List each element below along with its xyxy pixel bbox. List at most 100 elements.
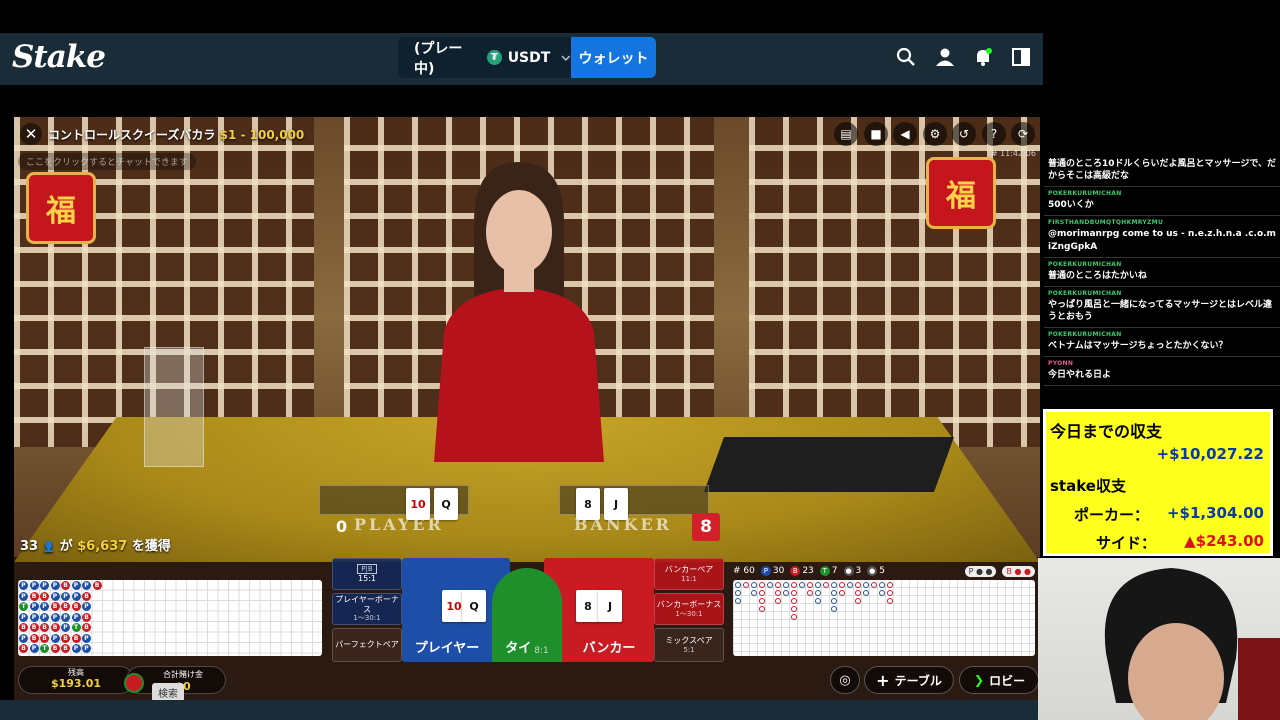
lobby-button[interactable]: ❯ ロビー bbox=[959, 666, 1039, 694]
player-area-label: PLAYER bbox=[354, 515, 444, 534]
poker-label: ポーカー： bbox=[1074, 506, 1150, 524]
bet-either-pair[interactable]: P|B 15:1 bbox=[332, 558, 402, 590]
bead-mark: B bbox=[82, 612, 91, 622]
video-icon[interactable]: ■ bbox=[864, 122, 888, 146]
usdt-icon: ₮ bbox=[487, 50, 502, 65]
chat-text: やっぱり風呂と一緒になってるマッサージとはレベル違うとおもう bbox=[1048, 299, 1273, 322]
chat-hint[interactable]: ここをクリックするとチャットできます bbox=[18, 153, 196, 170]
search-tooltip: 検索 bbox=[152, 683, 184, 700]
bead-mark: B bbox=[71, 633, 81, 643]
bead-mark: P bbox=[50, 633, 60, 643]
lantern-right: 福 bbox=[926, 157, 996, 229]
chat-username: POKERKURUMICHAN bbox=[1048, 260, 1122, 268]
streamer-figure bbox=[1104, 568, 1238, 720]
chat-username: POKERKURUMICHAN bbox=[1048, 190, 1122, 198]
bead-mark: P bbox=[19, 591, 28, 601]
big-road-mark bbox=[799, 582, 805, 588]
bead-mark: B bbox=[61, 633, 70, 643]
big-road-mark bbox=[791, 606, 797, 612]
bead-mark: P bbox=[50, 612, 60, 622]
bead-mark: P bbox=[82, 633, 91, 643]
big-road-mark bbox=[791, 614, 797, 620]
big-road-mark bbox=[807, 582, 813, 588]
bead-mark: P bbox=[71, 644, 81, 653]
help-icon[interactable]: ? bbox=[982, 122, 1006, 146]
earnings-total: +$10,027.22 bbox=[1156, 445, 1264, 463]
chat-username: PYONN bbox=[1048, 360, 1074, 368]
big-road-mark bbox=[887, 582, 893, 588]
stake-logo[interactable]: Stake bbox=[12, 39, 106, 75]
wallet-button[interactable]: ウォレット bbox=[571, 37, 656, 78]
live-game-frame: 福 福 ✕ コントロールスクイーズバカラ $1 - 100,000 ▤ ■ ◀ … bbox=[14, 117, 1040, 700]
bead-mark: T bbox=[71, 623, 81, 632]
big-road-mark bbox=[751, 590, 757, 596]
lattice-wall-right bbox=[749, 117, 1040, 447]
big-road-mark bbox=[791, 598, 797, 604]
sidebar-toggle-icon[interactable] bbox=[1010, 46, 1032, 68]
balance-mode: (プレー中) bbox=[414, 40, 463, 77]
road-predict-player[interactable]: P ● ● bbox=[964, 565, 997, 577]
chat-text: 普通のところはたかいね bbox=[1048, 270, 1147, 281]
bead-mark: P bbox=[82, 644, 91, 653]
big-road-mark bbox=[823, 582, 829, 588]
bead-mark: P bbox=[82, 602, 91, 611]
bead-mark: P bbox=[50, 591, 60, 601]
bead-mark: P bbox=[40, 612, 49, 622]
volume-icon[interactable]: ◀ bbox=[893, 122, 917, 146]
bead-mark: P bbox=[40, 581, 49, 590]
chip-stack-icon[interactable]: ◎ bbox=[830, 666, 860, 694]
close-game-button[interactable]: ✕ bbox=[20, 123, 42, 145]
bead-mark: B bbox=[19, 623, 28, 632]
bead-mark: B bbox=[61, 644, 70, 653]
big-road-mark bbox=[759, 590, 765, 596]
bet-mix-pair[interactable]: ミックスペア 5:1 bbox=[654, 628, 724, 662]
bet-banker-bonus[interactable]: バンカーボーナス 1〜30:1 bbox=[654, 593, 724, 625]
bet-grid: P|B 15:1 プレイヤーボーナス 1〜30:1 パーフェクトペア 10 Q … bbox=[332, 558, 724, 662]
bead-mark: B bbox=[50, 644, 60, 653]
bead-mark: B bbox=[92, 581, 102, 590]
chat-message: POKERKURUMICHAN ベトナムはマッサージちょっとたかくない？ bbox=[1044, 328, 1280, 358]
big-road-mark bbox=[855, 598, 861, 604]
notification-bell-icon[interactable] bbox=[972, 46, 994, 68]
big-road-mark bbox=[759, 582, 765, 588]
big-road-mark bbox=[855, 582, 861, 588]
settings-gear-icon[interactable]: ⚙ bbox=[923, 122, 947, 146]
history-icon[interactable]: ↺ bbox=[952, 122, 976, 146]
chat-message: PYONN 今日やれる日よ bbox=[1044, 357, 1280, 387]
bead-mark: B bbox=[29, 591, 39, 601]
bead-mark: P bbox=[50, 581, 60, 590]
chat-icon[interactable]: ▤ bbox=[834, 122, 858, 146]
winners-banner: 33 👤 が $6,637 を獲得 bbox=[20, 539, 171, 554]
chip-icon[interactable] bbox=[124, 673, 144, 693]
big-road-mark bbox=[831, 590, 837, 596]
dealer-video: 福 福 bbox=[14, 117, 1040, 562]
bet-banker-pair[interactable]: バンカーペア 11:1 bbox=[654, 558, 724, 590]
bead-mark: P bbox=[29, 612, 39, 622]
bead-mark: P bbox=[19, 612, 28, 622]
bet-player-bonus[interactable]: プレイヤーボーナス 1〜30:1 bbox=[332, 593, 402, 625]
bet-limit: $1 - 100,000 bbox=[219, 128, 305, 142]
bead-mark: B bbox=[40, 623, 49, 632]
table-button[interactable]: + テーブル bbox=[864, 666, 954, 694]
bet-perfect-pair[interactable]: パーフェクトペア bbox=[332, 628, 402, 662]
big-road-mark bbox=[863, 590, 869, 596]
player-bet-card-2: Q bbox=[462, 590, 486, 622]
road-statistics: # 60 P 30 B 23 T7 ● 3 ● 5 P ● ● B ● ● bbox=[733, 563, 1035, 579]
streamer-webcam bbox=[1038, 558, 1280, 720]
user-icon[interactable] bbox=[934, 46, 956, 68]
bead-mark: P bbox=[71, 581, 81, 590]
big-road-mark bbox=[735, 590, 741, 596]
big-road-mark bbox=[751, 582, 757, 588]
game-id: # 11:42:06 bbox=[990, 149, 1036, 158]
big-road-mark bbox=[791, 582, 797, 588]
refresh-icon[interactable]: ⟳ bbox=[1011, 122, 1035, 146]
stream-chat: 普通のところ10ドルくらいだよ風呂とマッサージで、だからそこは高級だな POKER… bbox=[1044, 155, 1280, 403]
chat-username: FIRSTHANDBUMQTQHKMRYZMU bbox=[1048, 219, 1164, 227]
balance-selector[interactable]: (プレー中) ₮ USDT bbox=[398, 37, 572, 78]
player-dot-icon: P bbox=[760, 566, 771, 576]
road-predict-banker[interactable]: B ● ● bbox=[1002, 565, 1035, 577]
bead-mark: B bbox=[71, 602, 81, 611]
bead-mark: B bbox=[40, 633, 49, 643]
search-icon[interactable] bbox=[895, 46, 917, 68]
bet-tie[interactable]: タイ 8:1 bbox=[492, 568, 562, 662]
